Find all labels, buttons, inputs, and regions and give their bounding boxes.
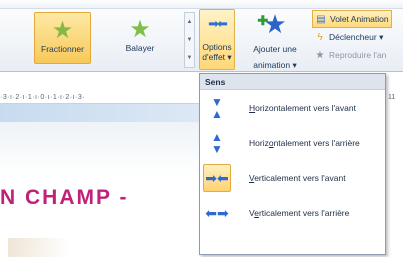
effect-options-label-1: Options: [202, 42, 232, 52]
menu-item-horizontal-backward[interactable]: ▲ ▼ Horizontalement vers l'arrière: [200, 125, 385, 160]
ribbon: ★ Fractionner ★ Balayer ▲ ▼ ▼ ➡⬅ Options…: [0, 0, 403, 72]
fractionner-label: Fractionner: [41, 44, 84, 54]
animation-pane-icon: ▤: [316, 13, 326, 25]
effect-options-label-2: d'effet ▾: [202, 52, 232, 62]
fractionner-effect-button[interactable]: ★ Fractionner: [34, 12, 91, 64]
trigger-button[interactable]: ϟ Déclencheur ▾: [312, 28, 392, 46]
menu-item-label: Verticalement vers l'avant: [249, 172, 346, 183]
animation-painter-button[interactable]: ★ Reproduire l'an: [312, 46, 392, 64]
arrows-inward-icon: ➡⬅: [203, 163, 231, 192]
slide-decoration-image: [8, 238, 68, 257]
balayer-label: Balayer: [125, 43, 155, 53]
lightning-icon: ϟ: [317, 31, 323, 43]
arrows-outward-icon: ⬅➡: [205, 204, 229, 221]
horizontal-ruler: ·3·ı·2·ı·1·ı·0·ı·1·ı·2·ı·3·: [0, 92, 199, 104]
add-animation-button[interactable]: ★ ✚ Ajouter une animation ▾: [242, 9, 308, 70]
menu-item-label: Horizontalement vers l'avant: [249, 102, 356, 113]
ribbon-top-edge: [0, 0, 403, 9]
gallery-more-icon[interactable]: ▼: [185, 49, 194, 67]
balayer-effect-button[interactable]: ★ Balayer: [111, 12, 169, 64]
chevron-up-icon[interactable]: ▲: [185, 13, 194, 31]
add-animation-label-2: animation ▾: [253, 60, 297, 70]
animation-pane-button[interactable]: ▤ Volet Animation: [312, 10, 392, 28]
animation-pane-label: Volet Animation: [330, 14, 389, 24]
add-animation-label-1: Ajouter une: [253, 44, 297, 54]
menu-item-vertical-forward[interactable]: ➡⬅ Verticalement vers l'avant: [200, 160, 385, 195]
arrows-inward-icon: ➡⬅: [208, 16, 228, 31]
star-split-icon: ★: [51, 17, 74, 44]
chevron-down-icon[interactable]: ▼: [185, 31, 194, 49]
arrow-down-icon: ▼ ▲: [211, 94, 223, 121]
effect-options-button[interactable]: ➡⬅ Options d'effet ▾: [199, 9, 235, 70]
plus-icon: ✚: [257, 13, 269, 28]
animation-side-commands: ▤ Volet Animation ϟ Déclencheur ▾ ★ Repr…: [312, 10, 392, 64]
arrow-up-icon: ▲ ▼: [211, 129, 223, 156]
effect-options-dropdown: Sens ▼ ▲ Horizontalement vers l'avant ▲ ▼ …: [199, 73, 386, 255]
menu-item-label: Verticalement vers l'arrière: [249, 207, 350, 218]
ruler-right-number: 11: [388, 94, 396, 101]
slide-title-text[interactable]: N CHAMP -: [0, 186, 128, 210]
menu-item-label: Horizontalement vers l'arrière: [249, 137, 360, 148]
direction-section-header: Sens: [200, 74, 385, 90]
menu-item-vertical-backward[interactable]: ⬅➡ Verticalement vers l'arrière: [200, 195, 385, 230]
add-animation-star-icon: ★ ✚: [257, 9, 287, 39]
star-wipe-icon: ★: [129, 16, 151, 43]
animation-painter-icon: ★: [315, 49, 325, 61]
animation-painter-label: Reproduire l'an: [329, 50, 387, 60]
slide-right-edge: [385, 104, 403, 257]
trigger-label: Déclencheur ▾: [329, 31, 384, 42]
menu-item-horizontal-forward[interactable]: ▼ ▲ Horizontalement vers l'avant: [200, 90, 385, 125]
gallery-scrollbar[interactable]: ▲ ▼ ▼: [184, 12, 195, 68]
